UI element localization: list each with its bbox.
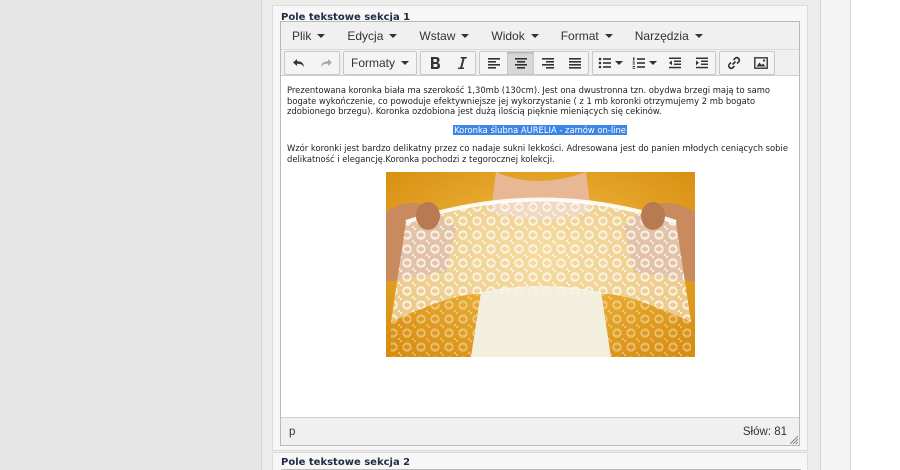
menu-file[interactable]: Plik bbox=[285, 25, 332, 47]
menu-insert-label: Wstaw bbox=[419, 28, 456, 43]
align-justify-icon bbox=[568, 57, 581, 69]
link-icon bbox=[727, 56, 740, 69]
menu-view[interactable]: Widok bbox=[484, 25, 545, 47]
image-button[interactable] bbox=[747, 52, 774, 74]
menu-tools[interactable]: Narzędzia bbox=[628, 25, 710, 47]
chevron-down-icon bbox=[317, 33, 326, 38]
chevron-down-icon bbox=[461, 33, 470, 38]
rich-text-editor[interactable]: Plik Edycja Wstaw Widok Format Narzędzia… bbox=[280, 21, 800, 446]
menu-insert[interactable]: Wstaw bbox=[412, 25, 476, 47]
right-scroll-strip bbox=[821, 0, 851, 470]
indent-icon bbox=[695, 57, 708, 68]
numbered-list-icon bbox=[632, 57, 645, 69]
menu-file-label: Plik bbox=[292, 28, 312, 43]
product-link[interactable]: Koronka ślubna AURELIA - zamów on-line bbox=[453, 124, 627, 135]
list-group bbox=[592, 50, 717, 75]
editor-menubar: Plik Edycja Wstaw Widok Format Narzędzia bbox=[281, 22, 799, 50]
resize-handle-icon[interactable] bbox=[790, 436, 798, 444]
formats-label: Formaty bbox=[351, 55, 396, 70]
menu-edit[interactable]: Edycja bbox=[340, 25, 404, 47]
bold-icon bbox=[430, 56, 440, 69]
style-group bbox=[420, 50, 477, 75]
chevron-down-icon bbox=[604, 33, 613, 38]
chevron-down-icon bbox=[401, 60, 410, 65]
link-paragraph: Koronka ślubna AURELIA - zamów on-line bbox=[287, 124, 793, 136]
menu-format-label: Format bbox=[560, 28, 599, 43]
description-paragraph-1: Prezentowana koronka biała ma szerokość … bbox=[287, 85, 771, 116]
editor-statusbar: p Słów: 81 bbox=[281, 417, 799, 445]
chevron-down-icon bbox=[530, 33, 539, 38]
element-path[interactable]: p bbox=[289, 426, 295, 438]
redo-button[interactable] bbox=[312, 52, 339, 74]
align-left-button[interactable] bbox=[480, 52, 507, 74]
history-group bbox=[284, 50, 340, 75]
align-center-icon bbox=[514, 57, 527, 69]
text-section-2: Pole tekstowe sekcja 2 bbox=[272, 452, 808, 470]
menu-view-label: Widok bbox=[491, 28, 525, 43]
product-image-wrapper bbox=[287, 172, 793, 360]
italic-icon bbox=[457, 56, 467, 69]
chevron-down-icon bbox=[694, 33, 703, 38]
page-margin bbox=[851, 0, 900, 470]
chevron-down-icon bbox=[648, 60, 657, 65]
outdent-icon bbox=[668, 57, 681, 68]
editor-toolbar: Formaty bbox=[281, 50, 799, 76]
menu-edit-label: Edycja bbox=[347, 28, 384, 43]
align-right-button[interactable] bbox=[534, 52, 561, 74]
word-count: Słów: 81 bbox=[742, 425, 787, 438]
formats-dropdown[interactable]: Formaty bbox=[344, 52, 416, 74]
menu-format[interactable]: Format bbox=[554, 25, 620, 47]
align-justify-button[interactable] bbox=[561, 52, 588, 74]
italic-button[interactable] bbox=[448, 52, 475, 74]
outdent-button[interactable] bbox=[661, 52, 688, 74]
description-paragraph-2: Wzór koronki jest bardzo delikatny przez… bbox=[287, 143, 788, 164]
align-group bbox=[479, 50, 590, 75]
bullet-list-icon bbox=[598, 57, 611, 68]
chevron-down-icon bbox=[389, 33, 398, 38]
numbered-list-button[interactable] bbox=[627, 52, 661, 74]
formats-group: Formaty bbox=[343, 50, 418, 75]
chevron-down-icon bbox=[614, 60, 623, 65]
section-2-label: Pole tekstowe sekcja 2 bbox=[281, 457, 411, 468]
indent-button[interactable] bbox=[688, 52, 715, 74]
lace-bolero-photo[interactable] bbox=[385, 172, 695, 357]
link-button[interactable] bbox=[720, 52, 747, 74]
bullet-list-button[interactable] bbox=[593, 52, 627, 74]
undo-icon bbox=[292, 58, 304, 67]
align-center-button[interactable] bbox=[507, 51, 535, 74]
editor-content-area[interactable]: Prezentowana koronka biała ma szerokość … bbox=[281, 77, 799, 417]
image-icon bbox=[753, 56, 768, 69]
align-right-icon bbox=[541, 57, 554, 69]
insert-group bbox=[719, 50, 776, 75]
align-left-icon bbox=[487, 57, 500, 69]
redo-icon bbox=[320, 58, 332, 67]
bold-button[interactable] bbox=[421, 52, 448, 74]
undo-button[interactable] bbox=[285, 52, 312, 74]
menu-tools-label: Narzędzia bbox=[634, 28, 689, 43]
